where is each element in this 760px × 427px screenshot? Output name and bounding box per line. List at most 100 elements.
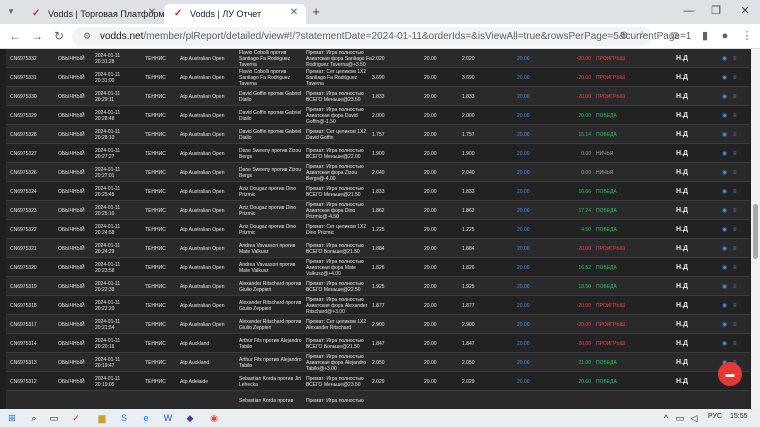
odds: 1.877 <box>372 302 385 309</box>
view-eye-icon[interactable]: ◉ <box>722 68 730 87</box>
file-explorer-icon[interactable]: ▆ <box>96 412 108 424</box>
order-time: 20:21:54 <box>95 324 115 331</box>
vodds-app-icon[interactable]: ✓ <box>70 412 82 424</box>
site-info-icon[interactable]: ⚙ <box>81 30 93 42</box>
menu-dots-icon[interactable]: ⋮ <box>740 29 754 43</box>
view-eye-icon[interactable]: ◉ <box>722 296 730 315</box>
new-tab-button[interactable]: + <box>309 5 323 19</box>
search-icon[interactable]: ⌕ <box>28 412 40 424</box>
details-list-icon[interactable]: ≡ <box>733 258 741 277</box>
stake: 20.00 <box>424 264 437 271</box>
tab-trading-platform[interactable]: ✓ Vodds | Торговая Платформа ✕ <box>22 4 164 24</box>
details-list-icon[interactable]: ≡ <box>733 182 741 201</box>
details-list-icon[interactable]: ≡ <box>733 163 741 182</box>
executed-stake: 20.00 <box>517 340 530 347</box>
view-eye-icon[interactable]: ◉ <box>722 163 730 182</box>
network-icon[interactable]: ▭ <box>674 412 686 424</box>
view-eye-icon[interactable]: ◉ <box>722 125 730 144</box>
view-eye-icon[interactable]: ◉ <box>722 144 730 163</box>
view-eye-icon[interactable]: ◉ <box>722 277 730 296</box>
chrome-icon[interactable]: ◉ <box>208 412 220 424</box>
odds: 2.050 <box>372 359 385 366</box>
close-icon[interactable]: ✕ <box>146 7 158 19</box>
details-list-icon[interactable]: ≡ <box>733 220 741 239</box>
executed-odds: 1.833 <box>462 93 475 100</box>
task-view-icon[interactable]: ▭ <box>48 412 60 424</box>
view-eye-icon[interactable]: ◉ <box>722 87 730 106</box>
sport: ТЕННИС <box>145 378 166 385</box>
order-id <box>10 391 56 409</box>
extensions-icon[interactable]: ⧉ <box>668 29 682 43</box>
table-row: CN6975332 ОБЫЧНЫЙ ТЕННИС Atp Australian Ope… <box>6 49 750 68</box>
details-list-icon[interactable]: ≡ <box>733 315 741 334</box>
order-time: 20:24:29 <box>95 248 115 255</box>
bet-description: Премат: Игра полностью Азиатская фора Al… <box>306 296 368 315</box>
details-list-icon[interactable]: ≡ <box>733 277 741 296</box>
page-scrollbar[interactable] <box>751 49 760 409</box>
result-status: ПРОИГРЫШ <box>596 245 626 252</box>
details-list-icon[interactable]: ≡ <box>733 68 741 87</box>
chat-button[interactable]: ▬ <box>718 362 742 386</box>
details-list-icon[interactable]: ≡ <box>733 106 741 125</box>
side-panel-icon[interactable]: ▮ <box>698 29 712 43</box>
clock[interactable]: 15:55 <box>730 413 748 420</box>
details-list-icon[interactable]: ≡ <box>733 239 741 258</box>
match-name: Dane Sweeny против Zizou Bergs <box>239 166 302 179</box>
tab-search-icon[interactable]: ▾ <box>4 6 18 18</box>
match-name-cell: Aziz Dougaz против Dino Prizmic <box>239 201 304 220</box>
windows-start-icon[interactable]: ⊞ <box>6 412 18 424</box>
bet-description-cell: Премат: Игра полностью ВСЕГО Меньше@23.5… <box>306 372 372 391</box>
order-time: 20:27:01 <box>95 172 115 179</box>
executed-stake: 20.00 <box>517 74 530 81</box>
result-status: ПОБЕДА <box>596 207 617 214</box>
view-eye-icon[interactable]: ◉ <box>722 334 730 353</box>
tab-pl-report[interactable]: ✓ Vodds | ЛУ Отчет ✕ <box>164 4 306 24</box>
nd-value: Н.Д <box>676 92 688 100</box>
back-arrow-icon[interactable]: ← <box>8 29 22 43</box>
view-eye-icon[interactable]: ◉ <box>722 201 730 220</box>
minimize-icon[interactable]: — <box>679 4 699 18</box>
match-name: Sebastian Korda против Jiri Lehecka <box>239 375 302 388</box>
app-icon[interactable]: ◆ <box>184 412 196 424</box>
url-text[interactable]: vodds.net/member/plReport/detailed/view#… <box>100 31 691 42</box>
scrollbar-thumb[interactable] <box>753 204 758 259</box>
view-eye-icon[interactable]: ◉ <box>722 258 730 277</box>
view-eye-icon[interactable]: ◉ <box>722 49 730 68</box>
details-list-icon[interactable]: ≡ <box>733 296 741 315</box>
order-datetime: 2024-01-11 20:21:54 <box>95 315 137 334</box>
nd-value: Н.Д <box>676 282 688 290</box>
skype-icon[interactable]: S <box>118 412 130 424</box>
odds: 1.884 <box>372 245 385 252</box>
view-eye-icon[interactable]: ◉ <box>722 220 730 239</box>
view-eye-icon[interactable]: ◉ <box>722 315 730 334</box>
zoom-icon[interactable]: ⊕ <box>618 30 630 42</box>
restore-icon[interactable]: ❐ <box>706 4 726 18</box>
reload-icon[interactable]: ↻ <box>52 29 66 43</box>
view-eye-icon[interactable]: ◉ <box>722 106 730 125</box>
view-eye-icon[interactable]: ◉ <box>722 239 730 258</box>
details-list-icon[interactable]: ≡ <box>733 49 741 68</box>
details-list-icon[interactable]: ≡ <box>733 334 741 353</box>
close-icon[interactable]: ✕ <box>288 7 300 19</box>
details-list-icon[interactable]: ≡ <box>733 144 741 163</box>
nd-value: Н.Д <box>676 358 688 366</box>
profile-icon[interactable]: ● <box>718 29 732 43</box>
tournament: Atp Australian Open <box>180 169 225 176</box>
details-list-icon[interactable]: ≡ <box>733 201 741 220</box>
word-icon[interactable]: W <box>162 412 174 424</box>
address-bar[interactable]: ⚙ vodds.net/member/plReport/detailed/vie… <box>72 27 691 46</box>
sport: ТЕННИС <box>145 245 166 252</box>
details-list-icon[interactable]: ≡ <box>733 125 741 144</box>
executed-stake: 20.00 <box>517 169 530 176</box>
bookmark-star-icon[interactable]: ☆ <box>636 30 648 42</box>
window-close-icon[interactable]: ✕ <box>735 4 755 18</box>
order-type <box>58 391 86 409</box>
language-indicator[interactable]: РУС <box>708 413 722 420</box>
order-time: 20:25:10 <box>95 210 115 217</box>
volume-icon[interactable]: ◁ <box>688 412 700 424</box>
forward-arrow-icon[interactable]: → <box>30 29 44 43</box>
edge-icon[interactable]: e <box>140 412 152 424</box>
view-eye-icon[interactable]: ◉ <box>722 182 730 201</box>
tray-chevron-icon[interactable]: ^ <box>660 412 672 424</box>
details-list-icon[interactable]: ≡ <box>733 87 741 106</box>
